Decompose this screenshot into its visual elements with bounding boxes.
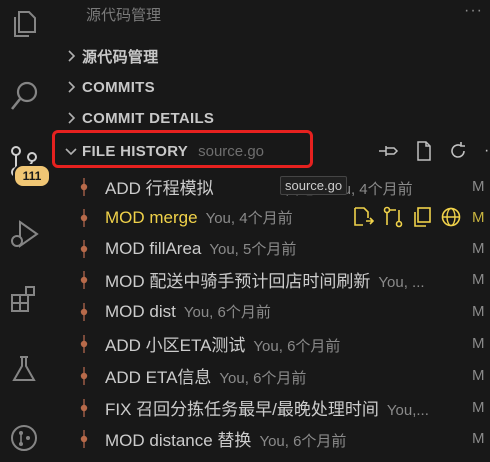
tooltip: source.go	[280, 176, 348, 195]
commit-row-active[interactable]: MOD merge You, 4个月前 M	[56, 202, 490, 233]
commit-row[interactable]: ADD 小区ETA测试 You, 6个月前 M	[56, 328, 490, 359]
commit-icon	[80, 303, 88, 321]
commit-message: MOD 配送中骑手预计回店时间刷新	[105, 272, 371, 291]
sidebar: 源代码管理 ··· 源代码管理 COMMITS COMMIT DETAILS F…	[56, 0, 490, 454]
more-icon[interactable]: ···	[484, 142, 490, 160]
commit-meta: You, 4个月前	[205, 210, 293, 227]
commit-meta: You, 6个月前	[259, 433, 347, 450]
open-file-icon[interactable]	[416, 141, 432, 161]
commit-meta: You, ...	[378, 274, 425, 291]
section-file-history[interactable]: FILE HISTORY source.go ···	[56, 138, 490, 164]
refresh-icon[interactable]	[448, 141, 468, 161]
commit-icon	[80, 367, 88, 385]
commit-row-actions	[352, 206, 462, 233]
section-commit-details[interactable]: COMMIT DETAILS	[56, 105, 490, 131]
status-badge: M	[472, 209, 485, 226]
globe-icon[interactable]	[440, 206, 462, 233]
chevron-right-icon	[60, 112, 82, 124]
run-debug-icon[interactable]	[0, 210, 48, 258]
section-commits[interactable]: COMMITS	[56, 74, 490, 100]
explorer-icon[interactable]	[0, 0, 48, 48]
more-actions-icon[interactable]: ···	[464, 2, 483, 20]
status-badge: M	[472, 335, 485, 352]
commit-row[interactable]: ADD ETA信息 You, 6个月前 M	[56, 360, 490, 391]
commit-row[interactable]: MOD distance 替换 You, 6个月前 M	[56, 423, 490, 454]
section-label: 源代码管理	[82, 48, 159, 66]
section-label: COMMIT DETAILS	[82, 109, 215, 127]
commit-message: ADD 行程模拟	[105, 179, 214, 198]
section-source-control[interactable]: 源代码管理	[56, 43, 490, 69]
commit-meta: You, 6个月前	[219, 370, 307, 387]
scm-badge: 111	[13, 164, 51, 188]
chevron-right-icon	[60, 50, 82, 62]
commit-icon	[80, 240, 88, 258]
status-badge: M	[472, 271, 485, 288]
commit-meta: You,...	[386, 402, 429, 419]
status-badge: M	[472, 430, 485, 447]
open-changes-icon[interactable]	[352, 206, 375, 233]
sidebar-title: 源代码管理	[86, 7, 162, 24]
commit-row[interactable]: MOD dist You, 6个月前 M	[56, 296, 490, 327]
file-history-filename: source.go	[198, 142, 264, 160]
pin-icon[interactable]	[378, 143, 400, 159]
status-badge: M	[472, 303, 485, 320]
commit-icon	[80, 430, 88, 448]
file-history-actions: ···	[378, 138, 490, 164]
commit-icon	[80, 399, 88, 417]
status-badge: M	[472, 240, 485, 257]
commit-icon	[80, 178, 88, 196]
commit-message: MOD dist	[105, 302, 176, 321]
commit-icon	[80, 335, 88, 353]
commit-message: MOD merge	[105, 208, 198, 227]
commit-message: FIX 召回分拣任务最早/最晚处理时间	[105, 400, 379, 419]
commit-row[interactable]: ADD 行程模拟日志You, 4个月前 M	[56, 171, 490, 202]
section-label: FILE HISTORY	[82, 142, 189, 160]
extensions-icon[interactable]	[0, 275, 48, 323]
activity-bar: 111	[0, 0, 51, 454]
status-badge: M	[472, 399, 485, 416]
section-label: COMMITS	[82, 78, 155, 96]
git-graph-icon[interactable]	[0, 414, 48, 462]
commit-row[interactable]: MOD 配送中骑手预计回店时间刷新 You, ... M	[56, 264, 490, 295]
commit-icon	[80, 271, 88, 289]
commit-row[interactable]: MOD fillArea You, 5个月前 M	[56, 233, 490, 264]
status-badge: M	[472, 367, 485, 384]
chevron-down-icon	[60, 146, 82, 156]
commit-message: ADD 小区ETA测试	[105, 336, 246, 355]
chevron-right-icon	[60, 81, 82, 93]
status-badge: M	[472, 178, 485, 195]
testing-icon[interactable]	[0, 345, 48, 393]
copy-icon[interactable]	[412, 206, 432, 233]
commit-message: MOD distance 替换	[105, 431, 252, 450]
commit-meta: You, 6个月前	[253, 338, 341, 355]
commit-row[interactable]: FIX 召回分拣任务最早/最晚处理时间 You,... M	[56, 392, 490, 423]
commit-message: ADD ETA信息	[105, 368, 212, 387]
compare-icon[interactable]	[382, 206, 404, 233]
commit-message: MOD fillArea	[105, 239, 202, 258]
commit-meta: You, 6个月前	[183, 304, 271, 321]
search-icon[interactable]	[0, 72, 48, 120]
commit-meta: You, 5个月前	[209, 241, 297, 258]
commit-icon	[80, 209, 88, 227]
